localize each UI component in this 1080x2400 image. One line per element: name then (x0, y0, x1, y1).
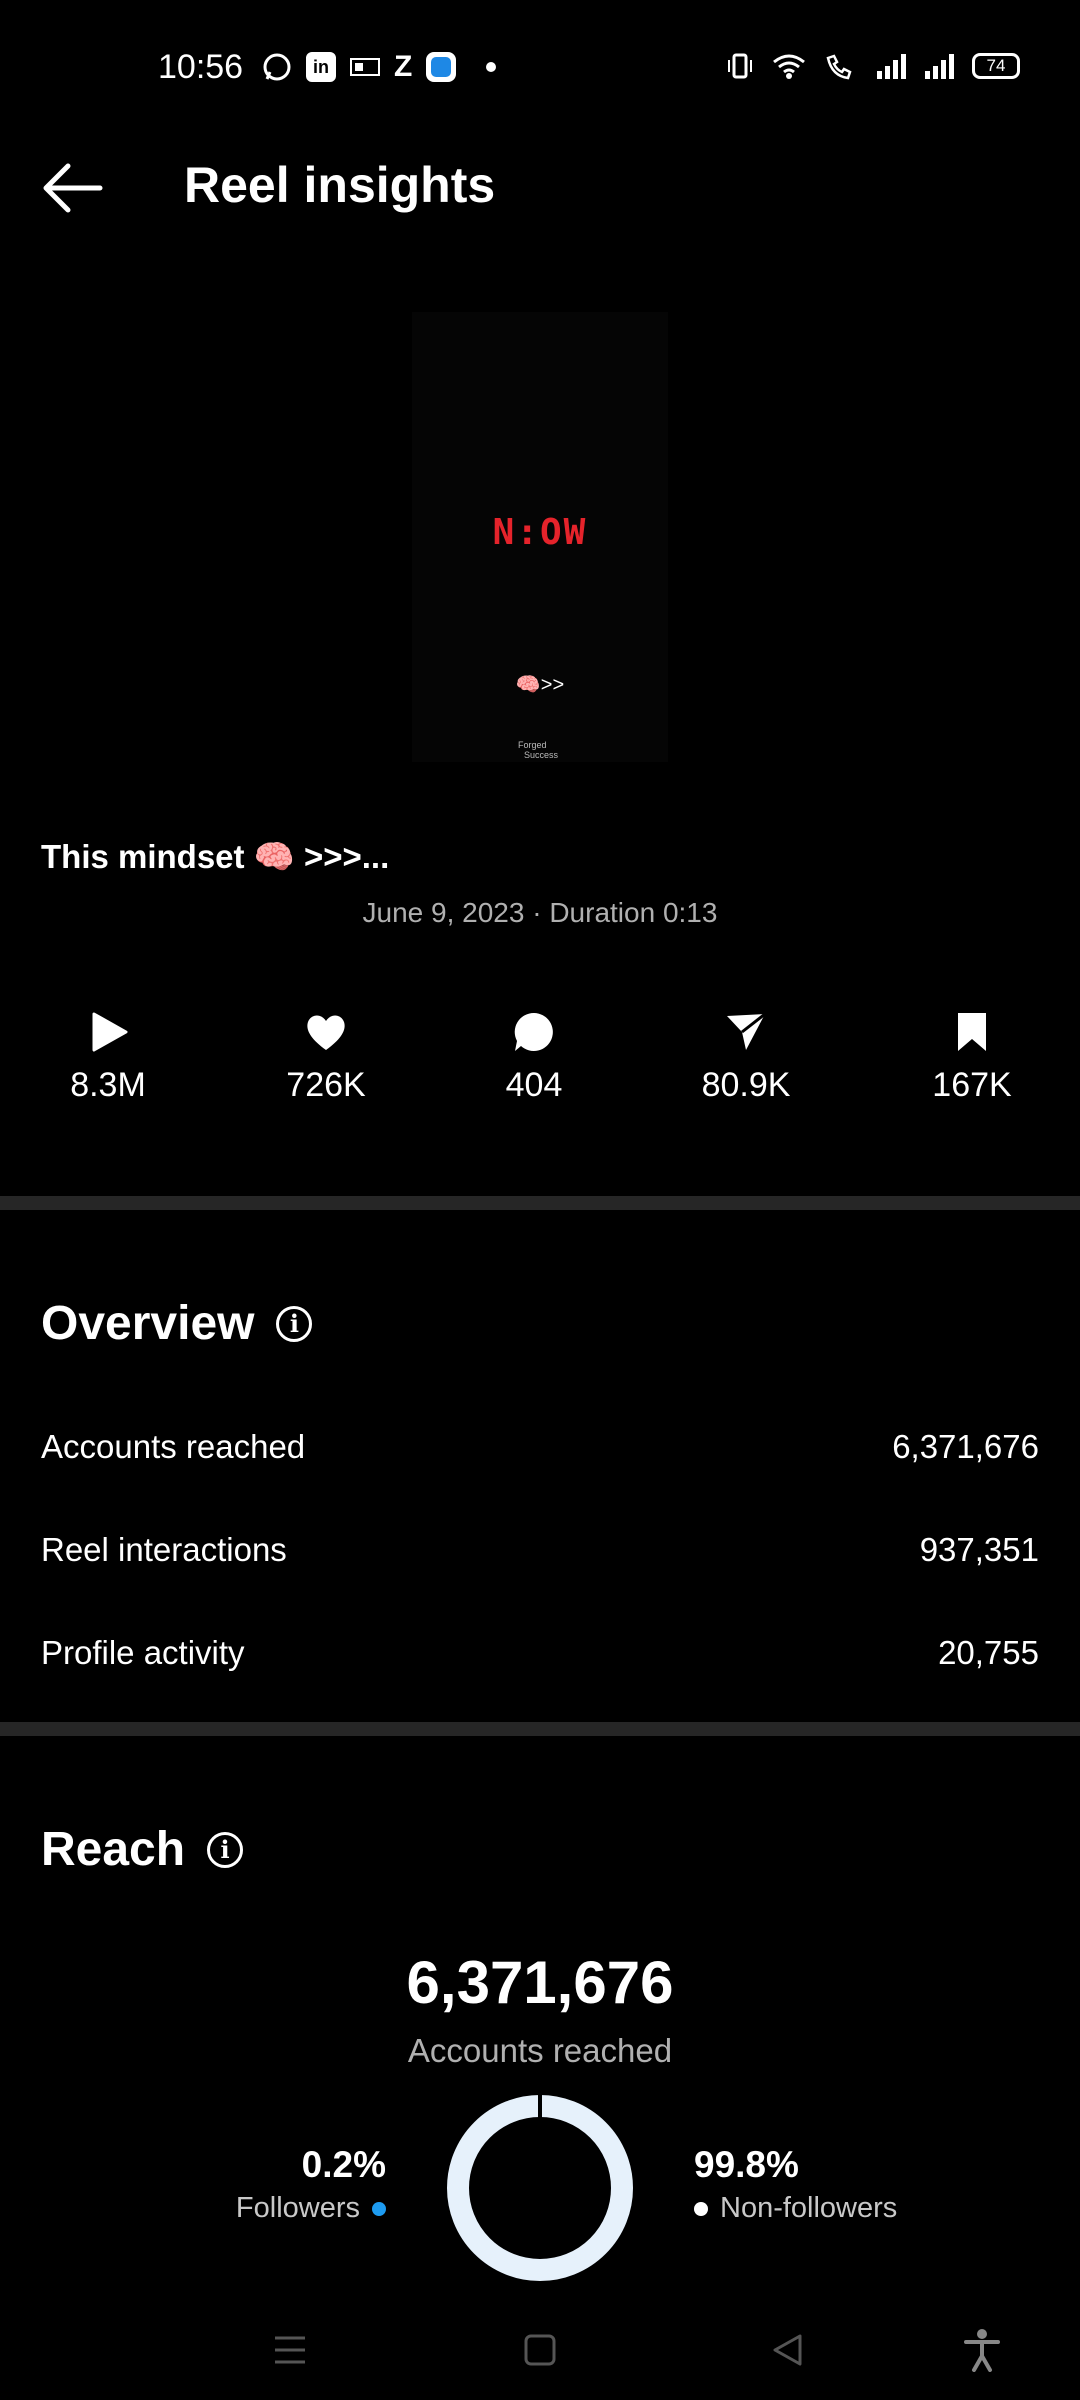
thumbnail-text: N:OW (492, 512, 588, 553)
row-label: Reel interactions (41, 1531, 287, 1568)
stat-value: 404 (505, 1066, 563, 1104)
stat-value: 80.9K (701, 1066, 791, 1104)
signal-icon-1 (877, 54, 906, 79)
home-icon[interactable] (522, 2332, 558, 2368)
nonfollowers-label: Non-followers (720, 2192, 898, 2224)
back-nav-icon[interactable] (770, 2332, 806, 2368)
nonfollowers-arc (447, 2095, 633, 2281)
heart-icon (307, 1015, 345, 1050)
nonfollowers-dot (694, 2201, 708, 2216)
thumbnail-emoji: 🧠>> (515, 674, 565, 696)
send-icon (727, 1012, 766, 1050)
play-icon (92, 1012, 128, 1052)
reel-caption: This mindset 🧠 >>>... (41, 838, 390, 875)
row-label: Profile activity (41, 1634, 245, 1671)
stat-shares: 80.9K (646, 1010, 846, 1105)
whatsapp-icon (263, 53, 291, 81)
overview-row-reel-interactions[interactable]: Reel interactions 937,351 (41, 1531, 1039, 1569)
menu-icon[interactable] (272, 2332, 308, 2368)
reach-donut-chart (447, 2094, 633, 2281)
row-label: Accounts reached (41, 1428, 306, 1465)
row-value: 6,371,676 (892, 1428, 1039, 1465)
reel-thumbnail[interactable]: N:OW 🧠>> Forged Success (412, 312, 668, 762)
row-value: 20,755 (938, 1634, 1039, 1671)
reach-total-label: Accounts reached (407, 2032, 673, 2069)
stat-value: 726K (286, 1066, 366, 1104)
vibrate-icon (728, 53, 752, 79)
info-icon[interactable]: i (276, 1305, 313, 1342)
status-time: 10:56 (158, 48, 244, 86)
reel-meta: June 9, 2023 · Duration 0:13 (362, 897, 718, 928)
stat-likes: 726K (226, 1010, 426, 1105)
overview-title: Overview (41, 1297, 255, 1350)
accessibility-icon[interactable] (962, 2328, 1002, 2372)
notification-icons: in Z (262, 50, 497, 84)
more-notifications-icon (486, 62, 497, 72)
section-divider (0, 1722, 1080, 1736)
battery-icon: 74 (972, 53, 1020, 79)
overview-row-accounts-reached[interactable]: Accounts reached 6,371,676 (41, 1428, 1039, 1466)
row-value: 937,351 (919, 1531, 1039, 1568)
comment-icon (514, 1012, 553, 1051)
overview-row-profile-activity[interactable]: Profile activity 20,755 (41, 1634, 1039, 1672)
stat-value: 167K (932, 1066, 1012, 1104)
followers-legend: 0.2% Followers (236, 2144, 386, 2225)
reach-title: Reach (41, 1823, 186, 1876)
overview-header: Overview i (41, 1296, 313, 1351)
page-title: Reel insights (184, 157, 496, 213)
stat-plays: 8.3M (8, 1010, 208, 1105)
stat-value: 8.3M (70, 1066, 146, 1104)
bookmark-icon (958, 1013, 986, 1051)
nonfollowers-legend: 99.8% Non-followers (694, 2144, 897, 2225)
nonfollowers-percent: 99.8% (694, 2144, 799, 2185)
followers-label: Followers (235, 2192, 360, 2224)
system-nav-bar (0, 2300, 1080, 2400)
followers-dot (372, 2201, 386, 2216)
thumbnail-brand: Forged Success (518, 740, 559, 760)
stat-comments: 404 (434, 1010, 634, 1105)
section-divider (0, 1196, 1080, 1210)
stat-saves: 167K (872, 1010, 1072, 1105)
system-icons: 74 (726, 52, 1020, 80)
z-icon: Z (394, 50, 413, 83)
reach-header: Reach i (41, 1822, 244, 1877)
app-blue-icon (426, 52, 457, 82)
app-icon (350, 58, 380, 76)
wifi-icon (773, 54, 805, 79)
signal-icon-2 (925, 54, 954, 79)
status-bar: 10:56 in Z 74 (0, 0, 1080, 136)
linkedin-icon: in (306, 52, 336, 82)
back-arrow-icon[interactable] (40, 160, 104, 216)
info-icon[interactable]: i (207, 1831, 244, 1868)
reel-stats: 8.3M 726K 404 80.9K 167K (0, 1010, 1080, 1120)
reach-total: 6,371,676 (406, 1949, 674, 2016)
followers-percent: 0.2% (301, 2144, 386, 2185)
wifi-call-icon (826, 54, 852, 80)
